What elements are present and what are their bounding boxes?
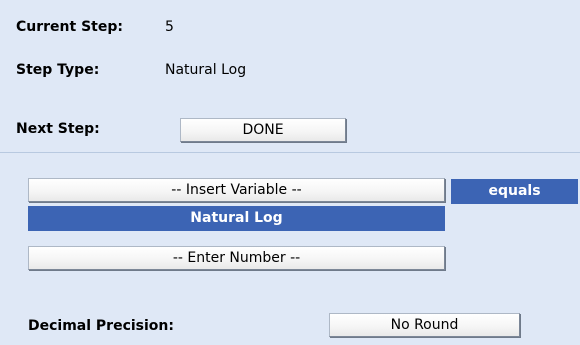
formula-panel: -- Insert Variable -- equals Natural Log…	[0, 153, 580, 345]
next-step-button[interactable]: DONE	[180, 118, 346, 142]
enter-number-button[interactable]: -- Enter Number --	[28, 246, 445, 270]
insert-variable-button[interactable]: -- Insert Variable --	[28, 178, 445, 202]
decimal-precision-select[interactable]: No Round	[329, 313, 520, 337]
equals-operator[interactable]: equals	[451, 179, 578, 204]
next-step-label: Next Step:	[16, 121, 100, 137]
natural-log-operation[interactable]: Natural Log	[28, 206, 445, 231]
decimal-precision-label: Decimal Precision:	[28, 318, 174, 334]
current-step-value: 5	[165, 19, 174, 35]
step-type-value: Natural Log	[165, 62, 247, 78]
current-step-label: Current Step:	[16, 19, 123, 35]
step-info-panel: Current Step: 5 Step Type: Natural Log N…	[0, 0, 580, 152]
step-type-label: Step Type:	[16, 62, 100, 78]
